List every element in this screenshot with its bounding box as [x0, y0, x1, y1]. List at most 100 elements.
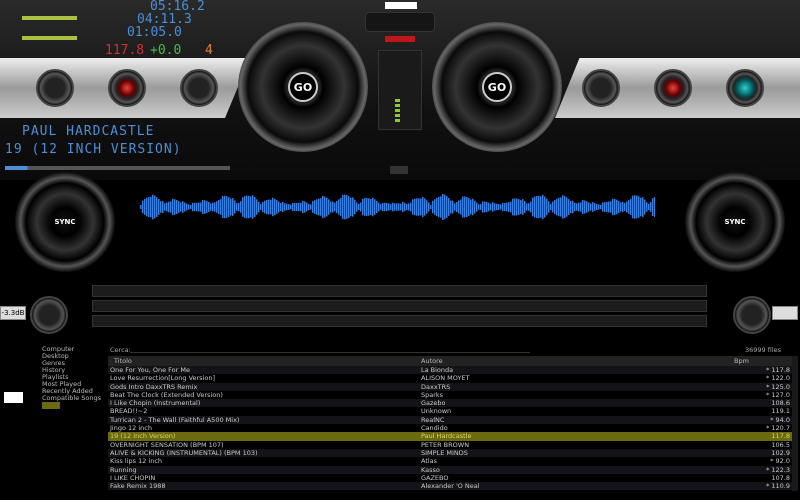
table-row[interactable]: 19 (12 Inch Version) Paul Hardcastle 117.8 — [108, 432, 792, 441]
table-row[interactable]: One For You, One For Me La Bionda * 117.8 — [108, 366, 792, 375]
waveform-bar — [638, 196, 640, 218]
platter-left[interactable]: GO — [238, 22, 368, 152]
waveform-bar — [450, 200, 452, 214]
table-row[interactable]: OVERNIGHT SENSATION (BPM 107) PETER BROWN… — [108, 441, 792, 449]
cell-title: Running — [110, 465, 137, 474]
waveform-bar — [570, 201, 572, 213]
cell-artist: La Bionda — [421, 366, 454, 374]
waveform-bar — [538, 195, 540, 219]
cell-title: Turrican 2 - The Wall (Faithful A500 Mix… — [110, 415, 240, 424]
mixer-center[interactable] — [378, 50, 422, 130]
cell-bpm: * 92.0 — [770, 457, 790, 466]
waveform-bar — [458, 200, 460, 214]
table-row[interactable]: Jingo 12 inch Candido * 120.7 — [108, 424, 792, 432]
cell-artist: Kasso — [421, 465, 440, 474]
waveform-bar — [492, 202, 494, 212]
waveform-bar — [146, 197, 148, 217]
center-toggle[interactable] — [390, 166, 408, 174]
waveform-bar — [300, 202, 302, 212]
scrollbar[interactable] — [792, 356, 798, 491]
waveform-bar — [378, 202, 380, 212]
table-row[interactable]: Love Resurrection[Long Version] ALISON MO… — [108, 374, 792, 382]
eq-knob-5[interactable] — [654, 69, 692, 107]
table-row[interactable]: Turrican 2 - The Wall (Faithful A500 Mix… — [108, 415, 792, 425]
waveform-bar — [156, 197, 158, 217]
waveform-bar — [352, 197, 354, 217]
waveform-bar — [282, 201, 284, 213]
waveform-bar — [632, 195, 634, 219]
gain-knob-right[interactable] — [733, 296, 771, 334]
sync-button-left[interactable]: SYNC — [15, 172, 115, 272]
waveform-bar — [200, 202, 202, 212]
search-input[interactable] — [130, 345, 530, 353]
column-title[interactable]: Titolo — [108, 356, 421, 366]
play-button-left[interactable]: GO — [288, 72, 318, 102]
eq-knob-6[interactable] — [726, 69, 764, 107]
waveform-bar — [212, 202, 214, 212]
waveform-bar — [204, 200, 206, 214]
waveform-bar — [208, 201, 210, 213]
cell-bpm: 107.8 — [771, 473, 790, 482]
waveform-bar — [244, 196, 246, 218]
column-bpm[interactable]: Bpm — [734, 356, 792, 366]
folder-tree[interactable]: Computer Desktop Genres History Playlist… — [32, 346, 102, 409]
waveform-bar — [382, 202, 384, 212]
platter-right[interactable]: GO — [432, 22, 562, 152]
waveform-bar — [566, 197, 568, 217]
tree-selected-folder[interactable] — [42, 402, 60, 409]
table-row[interactable]: BREAD!!~2 Unknown 119.1 — [108, 407, 792, 415]
waveform-bar — [512, 198, 514, 216]
waveform-bar — [178, 201, 180, 213]
table-row[interactable]: I LIKE CHOPIN GAZEBO 107.8 — [108, 474, 792, 482]
cell-artist: Candido — [421, 424, 448, 433]
waveform-bar — [418, 198, 420, 216]
cell-bpm: * 117.8 — [766, 366, 790, 374]
column-artist[interactable]: Autore — [421, 356, 734, 366]
waveform-bar — [594, 203, 596, 211]
waveform-bar — [426, 200, 428, 214]
tree-compatible-songs[interactable]: Compatible Songs — [32, 395, 102, 402]
track-list[interactable]: One For You, One For Me La Bionda * 117.8 L… — [108, 366, 792, 491]
waveform-bar — [394, 203, 396, 211]
table-row[interactable]: I Like Chopin (Instrumental) Gazebo 108.6 — [108, 399, 792, 408]
waveform-bar — [514, 198, 516, 216]
waveform-bar — [236, 203, 238, 211]
table-row[interactable]: Beat The Clock (Extended Version) Sparks *… — [108, 391, 792, 399]
waveform-bar — [526, 203, 528, 211]
waveform-bar — [154, 195, 156, 219]
track-position-bar[interactable] — [5, 166, 230, 170]
table-row[interactable]: Fake Remix 1988 Alexander 'O Neal * 110.9 — [108, 482, 792, 491]
effects-buttons[interactable] — [365, 12, 435, 32]
waveform-bar — [414, 198, 416, 216]
waveform-bar — [588, 202, 590, 212]
table-row[interactable]: ALIVE & KICKING (INSTRUMENTAL) (BPM 103)… — [108, 448, 792, 458]
waveform-bar — [482, 201, 484, 213]
waveform-bar — [268, 199, 270, 215]
waveform-bar — [452, 200, 454, 214]
table-row[interactable]: Gods Intro DaxxTRS Remix DaxxTRS * 125.0 — [108, 382, 792, 391]
play-button-right[interactable]: GO — [482, 72, 512, 102]
waveform-bar — [326, 197, 328, 217]
eq-knob-1[interactable] — [36, 69, 74, 107]
eq-knob-4[interactable] — [582, 69, 620, 107]
waveform-bar — [634, 195, 636, 219]
waveform-bar — [322, 195, 324, 219]
eq-knob-3[interactable] — [180, 69, 218, 107]
waveform-bar — [484, 201, 486, 213]
eq-knob-2[interactable] — [108, 69, 146, 107]
waveform-bar — [640, 197, 642, 217]
gain-knob-left[interactable] — [30, 296, 68, 334]
waveform[interactable] — [140, 185, 655, 230]
deck-track-bar-3 — [92, 315, 707, 327]
browser: Computer Desktop Genres History Playlist… — [0, 338, 800, 500]
waveform-bar — [428, 202, 430, 212]
waveform-bar — [524, 201, 526, 213]
table-row[interactable]: Running Kasso * 122.3 — [108, 465, 792, 474]
waveform-bar — [226, 196, 228, 218]
waveform-bar — [320, 198, 322, 216]
table-row[interactable]: Kiss lips 12 inch Atlas * 92.0 — [108, 457, 792, 465]
cell-bpm: * 110.9 — [766, 482, 790, 491]
sync-button-right[interactable]: SYNC — [685, 172, 785, 272]
waveform-bar — [462, 196, 464, 218]
cell-title: I LIKE CHOPIN — [110, 473, 156, 482]
